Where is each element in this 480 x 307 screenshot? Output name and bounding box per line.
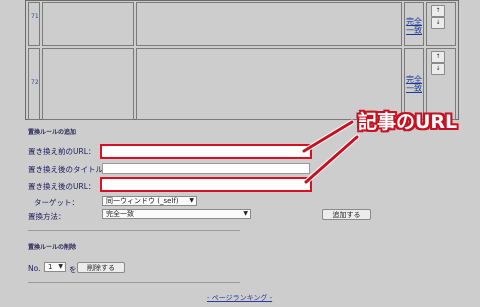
move-up-button[interactable]: ↑ (431, 51, 445, 63)
annotation-arrow-outline (303, 134, 360, 185)
chevron-down-icon: ▼ (243, 210, 248, 217)
before-url-input[interactable] (100, 144, 312, 159)
no-label: No. (28, 264, 41, 273)
after-url-label: 置き換え後のURL： (28, 182, 96, 191)
match-cell: 完全一致 (404, 2, 424, 46)
method-select-value: 完全一致 (106, 210, 134, 218)
row-number: 72 (31, 79, 39, 86)
after-url-input[interactable] (100, 177, 312, 192)
table-row: 71 完全一致 ↑ ↓ (26, 1, 458, 47)
add-section-title: 置換ルールの追加 (28, 129, 77, 136)
target-select-value: 同一ウィンドウ (_self) (106, 197, 179, 205)
delete-section-title: 置換ルールの削除 (28, 244, 77, 251)
match-type[interactable]: 完全一致 (406, 17, 424, 35)
add-button[interactable]: 追加する (322, 209, 371, 220)
match-type[interactable]: 完全一致 (406, 75, 424, 93)
target-select[interactable]: 同一ウィンドウ (_self) ▼ (102, 196, 197, 206)
annotation-arrow-after-url (304, 135, 359, 184)
row-number-cell: 71 (28, 2, 40, 46)
before-url-cell (42, 2, 134, 46)
order-control-cell: ↑ ↓ (426, 2, 456, 46)
chevron-down-icon: ▼ (58, 263, 63, 270)
annotation-label: 記事のURL (358, 111, 458, 133)
chevron-down-icon: ▼ (189, 197, 194, 204)
divider (28, 230, 240, 231)
method-label: 置換方法： (28, 212, 66, 221)
target-label: ターゲット： (34, 198, 79, 207)
wo-label: を (69, 265, 77, 274)
divider (28, 282, 240, 283)
rule-number-value: 1 (48, 263, 53, 271)
row-number-cell: 72 (28, 48, 40, 120)
after-cell (136, 2, 402, 46)
move-down-button[interactable]: ↓ (431, 63, 445, 75)
before-url-label: 置き換え前のURL： (28, 147, 96, 156)
after-title-label: 置き換え後のタイトル： (28, 165, 111, 174)
method-select[interactable]: 完全一致 ▼ (102, 209, 251, 219)
move-up-button[interactable]: ↑ (431, 5, 445, 17)
rules-table: 71 完全一致 ↑ ↓ 72 完全一致 ↑ ↓ (25, 0, 459, 120)
rule-number-select[interactable]: 1 ▼ (44, 262, 66, 272)
row-number: 71 (31, 13, 39, 20)
move-down-button[interactable]: ↓ (431, 17, 445, 29)
page-ranking-link[interactable]: - ページランキング - (207, 293, 272, 303)
before-url-cell (42, 48, 134, 120)
delete-button[interactable]: 削除する (77, 262, 125, 273)
after-title-input[interactable] (102, 163, 310, 174)
